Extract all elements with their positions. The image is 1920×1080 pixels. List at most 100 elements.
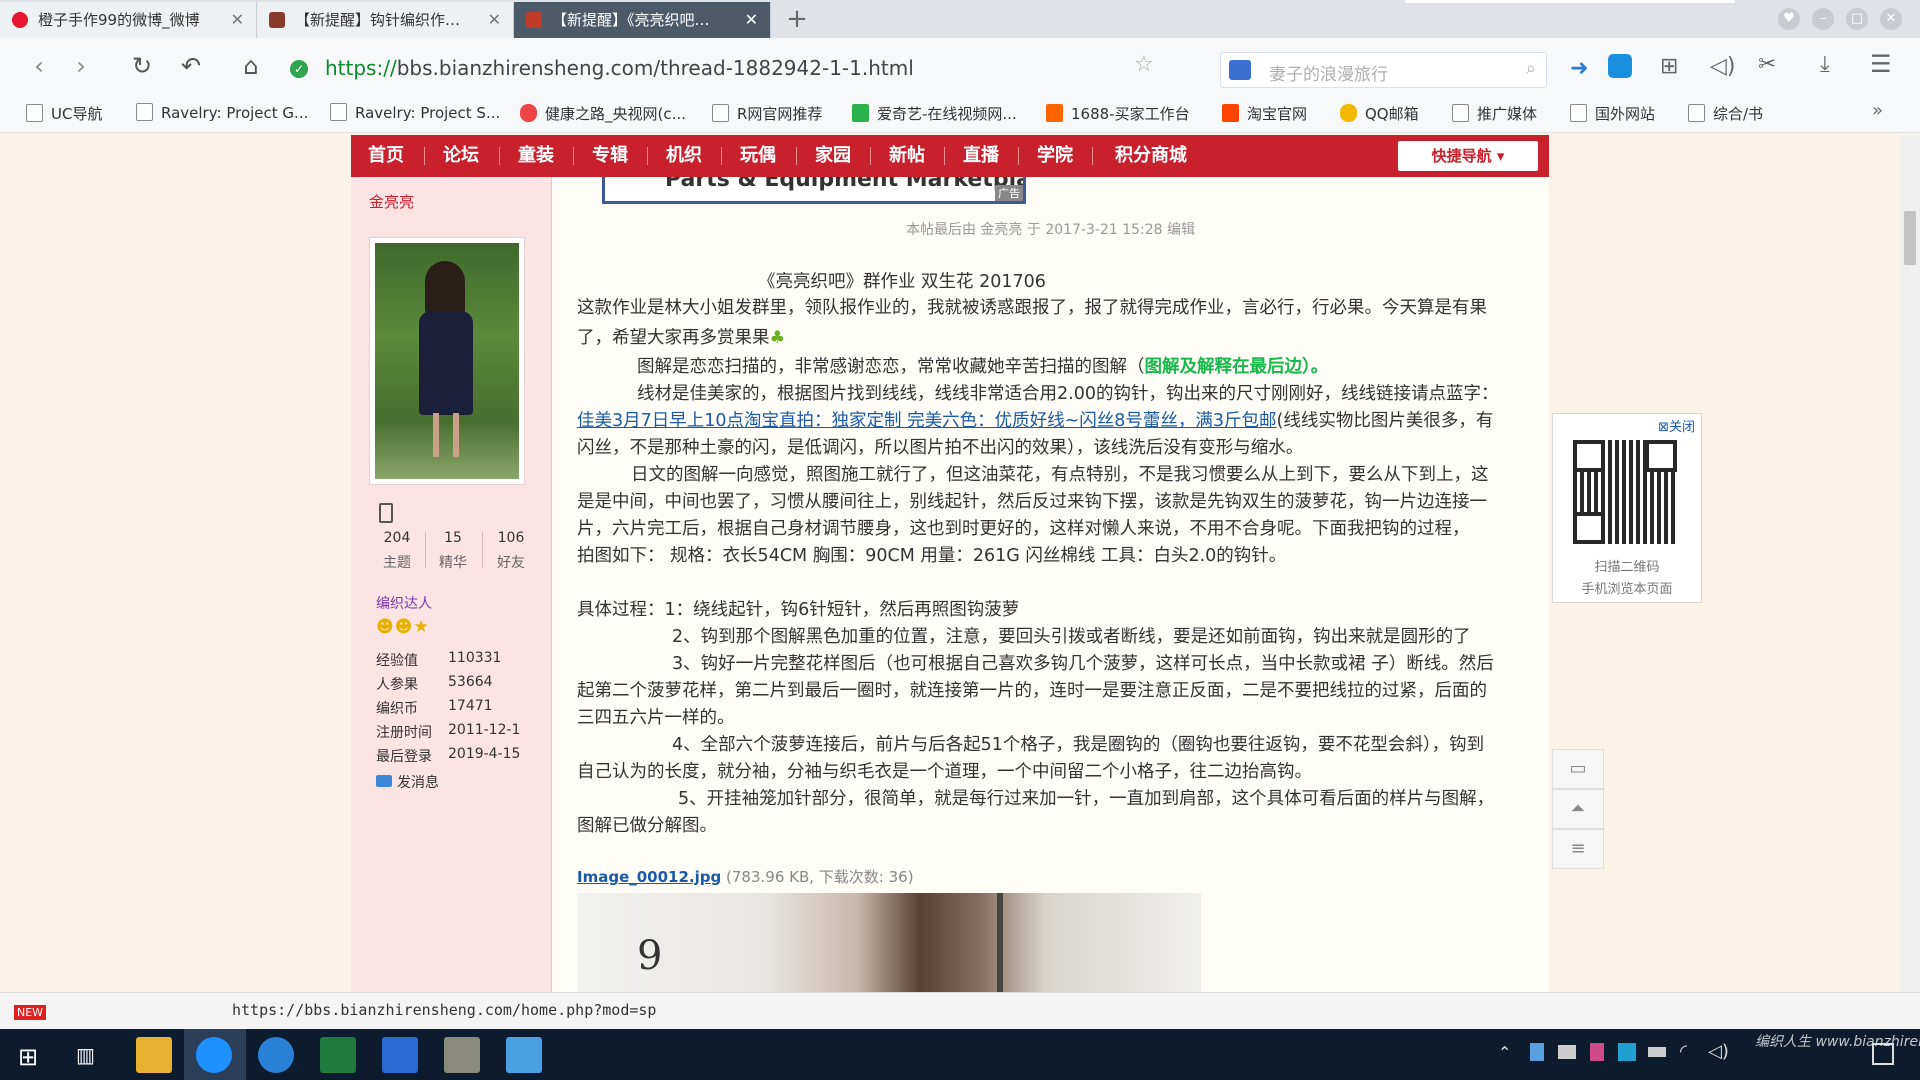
notification-icon[interactable] [1872,1043,1894,1065]
nav-item[interactable]: 机织 [666,135,702,177]
apps-icon[interactable]: ⊞ [1660,54,1678,79]
file-explorer-icon[interactable] [136,1037,172,1073]
bookmark-item[interactable]: QQ邮箱 [1340,103,1419,124]
qr-close-button[interactable]: ⊠关闭 [1658,416,1695,435]
search-box[interactable]: 妻子的浪漫旅行 ⌕ [1220,52,1547,88]
home-icon[interactable]: ⌂ [236,52,266,82]
bookmark-item[interactable]: Ravelry: Project G... [136,103,308,122]
forward-icon[interactable]: › [66,52,96,82]
nav-item[interactable]: 积分商城 [1115,135,1187,177]
tray-icon[interactable] [1590,1043,1604,1061]
bookmark-item[interactable]: Ravelry: Project S... [330,103,500,122]
bookmark-folder[interactable]: 综合/书 [1688,103,1763,124]
nav-item[interactable]: 直播 [963,135,999,177]
user-rank[interactable]: 编织达人 [376,593,432,613]
nav-item[interactable]: 论坛 [443,135,479,177]
close-icon[interactable]: ✕ [488,2,501,38]
nav-item[interactable]: 首页 [368,135,404,177]
excel-icon[interactable] [320,1037,356,1073]
battery-icon[interactable] [1648,1047,1666,1057]
menu-icon[interactable]: ☰ [1870,50,1892,78]
maximize-icon[interactable]: □ [1846,8,1868,30]
more-bookmarks-icon[interactable]: » [1872,100,1883,121]
back-icon[interactable]: ‹ [24,52,54,82]
list-icon[interactable]: ≡ [1552,829,1604,869]
new-badge[interactable]: NEW [14,1005,47,1020]
tray-expand-icon[interactable]: ⌃ [1498,1043,1511,1062]
post-paragraph: 线材是佳美家的，根据图片找到线线，线线非常适合用2.00的钩针，钩出来的尺寸刚刚… [637,384,1499,404]
post-paragraph: 这款作业是林大小姐发群里，领队报作业的，我就被诱惑跟报了，报了就得完成作业，言必… [577,298,1487,318]
printer-icon[interactable] [1558,1045,1576,1059]
windows-taskbar: ⊞ ▥ ⌃ ◜ ◁) 编织人生 www.bianzhirensheng.com [0,1029,1920,1080]
bookmark-folder[interactable]: 推广媒体 [1452,103,1537,124]
tab-crochet[interactable]: 【新提醒】钩针编织作… ✕ [257,2,514,38]
send-message-link[interactable]: 发消息 [397,772,439,792]
nav-item[interactable]: 新帖 [889,135,925,177]
bookmark-item[interactable]: UC导航 [26,103,102,124]
address-bar[interactable]: https://bbs.bianzhirensheng.com/thread-1… [325,56,914,80]
task-view-icon[interactable]: ▥ [76,1043,95,1067]
search-icon[interactable]: ⌕ [1526,58,1536,79]
comment-icon[interactable]: ▭ [1552,749,1604,789]
back-to-top-icon[interactable]: ⏶ [1552,789,1604,829]
photo-number: 9 [637,933,663,979]
stat-value[interactable]: 106 [491,530,531,546]
bookmark-item[interactable]: 健康之路_央视网(c... [520,103,686,124]
share-icon[interactable]: ➜ [1570,56,1588,81]
yarn-shop-link[interactable]: 佳美3月7日早上10点淘宝直拍：独家定制 完美六色：优质好线~闪丝8号蕾丝，满3… [577,411,1277,431]
app-icon[interactable] [258,1037,294,1073]
minimize-icon[interactable]: – [1812,8,1834,30]
nav-item[interactable]: 学院 [1037,135,1073,177]
field-value: 17471 [448,698,493,714]
app-icon[interactable] [444,1037,480,1073]
nav-item[interactable]: 童装 [518,135,554,177]
undo-icon[interactable]: ↶ [176,52,206,82]
download-icon[interactable]: ⤓ [1820,52,1830,77]
post-title: 《亮亮织吧》群作业 双生花 201706 [758,272,1046,292]
search-engine-icon[interactable] [1229,60,1251,80]
scrollbar[interactable] [1900,135,1920,992]
network-icon[interactable]: ◜ [1680,1041,1687,1062]
close-window-icon[interactable]: ✕ [1880,8,1902,30]
app-icon[interactable] [506,1037,542,1073]
avatar[interactable] [369,237,525,485]
nav-separator [796,147,797,165]
app-icon[interactable] [382,1037,418,1073]
tab-weibo[interactable]: 橙子手作99的微博_微博 ✕ [0,2,257,38]
stat-value[interactable]: 15 [435,530,471,546]
1688-icon [1046,104,1063,122]
uc-browser-icon[interactable] [196,1037,232,1073]
extension-icon[interactable] [1608,54,1632,78]
bookmark-item[interactable]: 1688-买家工作台 [1046,103,1190,124]
close-icon[interactable]: ✕ [745,2,758,38]
nav-item[interactable]: 专辑 [592,135,628,177]
bookmark-item[interactable]: 淘宝官网 [1222,103,1307,124]
tray-icon[interactable] [1530,1043,1544,1061]
bookmark-item[interactable]: R网官网推荐 [712,103,822,124]
quick-nav-button[interactable]: 快捷导航 ▾ [1398,141,1538,171]
scrollbar-thumb[interactable] [1904,211,1916,265]
attachment-image[interactable]: 9 [577,893,1201,992]
new-tab-button[interactable]: + [772,4,822,36]
bookmark-item[interactable]: 爱奇艺-在线视频网... [852,103,1017,124]
secure-shield-icon[interactable]: ✓ [290,60,308,78]
author-name[interactable]: 金亮亮 [369,191,414,212]
nav-item[interactable]: 玩偶 [740,135,776,177]
stat-value[interactable]: 204 [379,530,415,546]
close-icon[interactable]: ✕ [231,2,244,38]
tab-active-thread[interactable]: 【新提醒】《亮亮织吧… ✕ [514,2,771,38]
nav-item[interactable]: 家园 [815,135,851,177]
reload-icon[interactable]: ↻ [127,52,157,82]
tray-icon[interactable] [1618,1043,1636,1061]
page-icon [136,103,153,121]
scissors-icon[interactable]: ✂ [1758,52,1776,77]
windows-start-icon[interactable]: ⊞ [18,1043,38,1071]
bookmark-folder[interactable]: 国外网站 [1570,103,1655,124]
star-icon[interactable]: ☆ [1134,52,1154,77]
ad-banner[interactable]: Parts & Equipment Marketplace 广告 [602,177,1026,204]
skin-icon[interactable]: ♥ [1778,8,1800,30]
site-favicon-icon [526,12,542,28]
volume-icon[interactable]: ◁) [1708,1041,1729,1062]
sound-icon[interactable]: ◁) [1710,54,1736,79]
attachment-link[interactable]: Image_00012.jpg [577,868,721,886]
